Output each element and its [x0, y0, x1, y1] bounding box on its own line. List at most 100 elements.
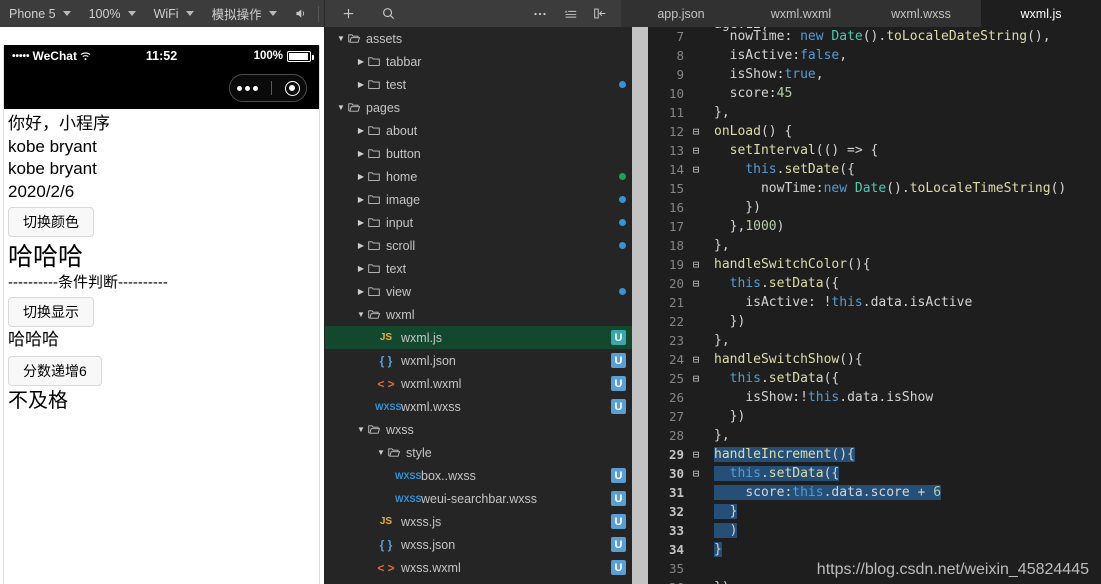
more-options-button[interactable] [525, 0, 555, 27]
file-tree-row-image[interactable]: ▶ image [325, 188, 640, 211]
chevron-right-icon[interactable]: ▶ [355, 80, 367, 89]
code-line[interactable]: }, [714, 103, 1101, 122]
code-line[interactable]: handleSwitchColor(){ [714, 255, 1101, 274]
code-line[interactable]: this.setDate({ [714, 160, 1101, 179]
tab-wxml-wxss[interactable]: wxml.wxss [861, 0, 981, 27]
file-tree-row-wxml[interactable]: ▼ wxml [325, 303, 640, 326]
fold-toggle-icon[interactable]: ⊟ [690, 373, 702, 384]
code-line[interactable]: },1000) [714, 217, 1101, 236]
chevron-down-icon[interactable]: ▼ [355, 425, 367, 434]
file-tree-row-wxml-wxss[interactable]: WXSS wxml.wxss U [325, 395, 640, 418]
code-line[interactable]: }) [714, 312, 1101, 331]
code-line[interactable]: nowTime: new Date().toLocaleDateString()… [714, 27, 1101, 46]
fold-toggle-icon[interactable]: ⊟ [690, 259, 702, 270]
tab-wxml-wxml[interactable]: wxml.wxml [741, 0, 861, 27]
file-tree-row-box-wxss[interactable]: WXSS box..wxss U [325, 464, 640, 487]
chevron-right-icon[interactable]: ▶ [355, 126, 367, 135]
chevron-right-icon[interactable]: ▶ [355, 218, 367, 227]
code-line[interactable]: } [714, 502, 1101, 521]
code-line[interactable]: }) [714, 407, 1101, 426]
file-tree-row-scroll[interactable]: ▶ scroll [325, 234, 640, 257]
chevron-down-icon[interactable]: ▼ [355, 310, 367, 319]
file-tree-row-wxml-wxml[interactable]: < > wxml.wxml U [325, 372, 640, 395]
network-selector[interactable]: WiFi [145, 0, 203, 27]
code-line[interactable]: nowTime:new Date().toLocaleTimeString() [714, 179, 1101, 198]
increment-score-button[interactable]: 分数递增6 [8, 355, 102, 386]
file-tree-row-assets[interactable]: ▼ assets [325, 27, 640, 50]
file-tree-row-tabbar[interactable]: ▶ tabbar [325, 50, 640, 73]
code-line[interactable]: }) [714, 198, 1101, 217]
code-line[interactable]: isActive: !this.data.isActive [714, 293, 1101, 312]
chevron-right-icon[interactable]: ▶ [355, 241, 367, 250]
file-tree-row-view[interactable]: ▶ view [325, 280, 640, 303]
chevron-right-icon[interactable]: ▶ [355, 264, 367, 273]
fold-toggle-icon[interactable]: ⊟ [690, 145, 702, 156]
code-line[interactable]: setInterval(() => { [714, 141, 1101, 160]
fold-toggle-icon[interactable]: ⊟ [690, 468, 702, 479]
chevron-down-icon[interactable]: ▼ [335, 34, 347, 43]
code-line[interactable]: isShow:true, [714, 65, 1101, 84]
fold-toggle-icon[interactable]: ⊟ [690, 164, 702, 175]
chevron-right-icon[interactable]: ▶ [355, 57, 367, 66]
fold-toggle-icon[interactable]: ⊟ [690, 449, 702, 460]
tab-app-json[interactable]: app.json [621, 0, 741, 27]
code-line[interactable]: this.setData({ [714, 464, 1101, 483]
file-tree-row-text[interactable]: ▶ text [325, 257, 640, 280]
switch-show-button[interactable]: 切换显示 [8, 297, 94, 327]
editor-scrollbar[interactable] [640, 27, 648, 584]
chevron-down-icon[interactable]: ▼ [375, 448, 387, 457]
code-line[interactable]: }, [714, 331, 1101, 350]
capsule-more-icon[interactable] [236, 85, 258, 91]
file-tree-row-home[interactable]: ▶ home [325, 165, 640, 188]
code-line[interactable]: ) [714, 521, 1101, 540]
fold-toggle-icon[interactable]: ⊟ [690, 354, 702, 365]
wechat-capsule-button[interactable] [229, 74, 307, 102]
add-file-button[interactable] [333, 0, 363, 27]
code-line[interactable]: this.setData({ [714, 369, 1101, 388]
code-line[interactable]: handleSwitchShow(){ [714, 350, 1101, 369]
chevron-right-icon[interactable]: ▶ [355, 149, 367, 158]
simulate-action-selector[interactable]: 模拟操作 [203, 0, 286, 27]
zoom-selector[interactable]: 100% [80, 0, 145, 27]
code-line[interactable]: } [714, 540, 1101, 559]
code-line[interactable]: }, [714, 426, 1101, 445]
file-tree-row-input[interactable]: ▶ input [325, 211, 640, 234]
editor-code-area[interactable]: age:12, nowTime: new Date().toLocaleDate… [706, 27, 1101, 584]
code-line[interactable]: score:45 [714, 84, 1101, 103]
file-tree-row-wxss[interactable]: ▼ wxss [325, 418, 640, 441]
file-tree-row-wxss-json[interactable]: { } wxss.json U [325, 533, 640, 556]
switch-color-button[interactable]: 切换颜色 [8, 207, 94, 237]
file-explorer[interactable]: ▼ assets ▶ tabbar ▶ test ▼ pages ▶ about ▶ button ▶ h… [325, 27, 640, 584]
code-line[interactable]: handleIncrement(){ [714, 445, 1101, 464]
file-tree-row-wxml-json[interactable]: { } wxml.json U [325, 349, 640, 372]
file-tree-row-about[interactable]: ▶ about [325, 119, 640, 142]
tab-wxml-js[interactable]: wxml.js [981, 0, 1101, 27]
file-tree-row-style[interactable]: ▼ style [325, 441, 640, 464]
chevron-right-icon[interactable]: ▶ [355, 172, 367, 181]
fold-toggle-icon[interactable]: ⊟ [690, 278, 702, 289]
format-list-button[interactable] [555, 0, 585, 27]
capsule-close-target-icon[interactable] [284, 80, 300, 96]
chevron-down-icon[interactable]: ▼ [335, 103, 347, 112]
mute-button[interactable] [286, 0, 316, 27]
search-files-button[interactable] [373, 0, 403, 27]
code-line[interactable]: onLoad() { [714, 122, 1101, 141]
file-tree-row-wxml-js[interactable]: JS wxml.js U [325, 326, 640, 349]
code-line[interactable]: this.setData({ [714, 274, 1101, 293]
code-line[interactable]: }, [714, 236, 1101, 255]
code-line[interactable]: isShow:!this.data.isShow [714, 388, 1101, 407]
code-editor[interactable]: 7 8 9 10 11 12 ⊟ 13 ⊟ 14 ⊟ 15 16 17 18 19 ⊟ 20 ⊟ 21 22 23 24 ⊟ 2… [640, 27, 1101, 584]
file-tree-row-weui-searchbar-wxss[interactable]: WXSS weui-searchbar.wxss U [325, 487, 640, 510]
device-selector[interactable]: Phone 5 [0, 0, 80, 27]
chevron-right-icon[interactable]: ▶ [355, 195, 367, 204]
file-tree-scrollbar[interactable] [632, 27, 640, 584]
file-tree-row-test[interactable]: ▶ test [325, 73, 640, 96]
file-tree-row-wxss-js[interactable]: JS wxss.js U [325, 510, 640, 533]
file-tree-row-wxss-wxml[interactable]: < > wxss.wxml U [325, 556, 640, 579]
fold-toggle-icon[interactable]: ⊟ [690, 126, 702, 137]
code-line[interactable]: score:this.data.score + 6 [714, 483, 1101, 502]
collapse-panel-button[interactable] [585, 0, 615, 27]
chevron-right-icon[interactable]: ▶ [355, 287, 367, 296]
code-line[interactable]: isActive:false, [714, 46, 1101, 65]
file-tree-row-button[interactable]: ▶ button [325, 142, 640, 165]
